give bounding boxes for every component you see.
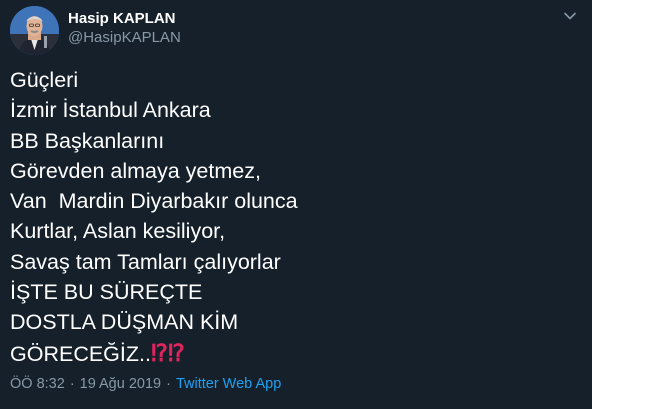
avatar[interactable] <box>10 6 59 55</box>
tweet-source-link[interactable]: Twitter Web App <box>176 376 281 392</box>
author-handle[interactable]: @HasipKAPLAN <box>68 29 181 46</box>
tweet-line: Görevden almaya yetmez, <box>10 158 261 183</box>
tweet-meta: ÖÖ 8:32 · 19 Ağu 2019 · Twitter Web App <box>10 376 281 392</box>
tweet-line: DOSTLA DÜŞMAN KİM <box>10 310 239 335</box>
tweet-line: Van Mardin Diyarbakır olunca <box>10 189 298 214</box>
interrobang-emoji-icon: ⁉⁉ <box>150 339 185 366</box>
tweet-line: Kurtlar, Aslan kesiliyor, <box>10 219 226 244</box>
tweet-line: İzmir İstanbul Ankara <box>10 98 211 123</box>
tweet-card: Hasip KAPLAN @HasipKAPLAN Güçleri İzmir … <box>0 0 592 409</box>
meta-separator: · <box>166 376 171 392</box>
author-display-name[interactable]: Hasip KAPLAN <box>68 10 176 27</box>
tweet-line: Savaş tam Tamları çalıyorlar <box>10 249 281 274</box>
tweet-time[interactable]: ÖÖ 8:32 <box>10 376 65 392</box>
tweet-line-text: GÖRECEĞİZ.. <box>10 341 151 366</box>
tweet-date[interactable]: 19 Ağu 2019 <box>80 376 161 392</box>
tweet-line: Güçleri <box>10 68 79 92</box>
chevron-down-icon[interactable] <box>562 8 578 24</box>
tweet-text: Güçleri İzmir İstanbul Ankara BB Başkanl… <box>10 65 580 368</box>
meta-separator: · <box>69 376 75 392</box>
tweet-line: İŞTE BU SÜREÇTE <box>10 280 203 305</box>
tweet-line: BB Başkanlarını <box>10 128 165 153</box>
tweet-line-last: GÖRECEĞİZ..⁉⁉ <box>10 338 580 368</box>
